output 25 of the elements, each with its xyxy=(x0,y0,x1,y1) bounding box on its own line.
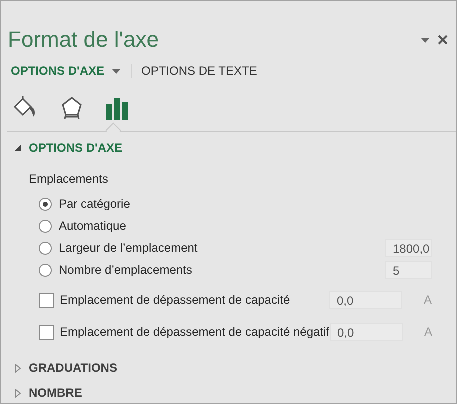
radio-button[interactable] xyxy=(39,220,52,232)
expand-triangle-icon xyxy=(15,388,21,398)
section-header[interactable]: OPTIONS D'AXE xyxy=(1,141,456,155)
unit-text: A xyxy=(422,293,432,307)
pane-title: Format de l'axe xyxy=(8,27,160,53)
pentagon-icon[interactable] xyxy=(61,96,83,120)
caret-icon[interactable] xyxy=(112,68,121,74)
bar-chart-icon[interactable] xyxy=(106,98,128,120)
option-label: Emplacement de dépassement de capacité négatif xyxy=(60,325,330,339)
dropdown-arrow-icon[interactable] xyxy=(421,38,430,42)
option-label: Largeur de l’emplacement xyxy=(59,241,199,255)
option-label: Nombre d’emplacements xyxy=(59,263,194,277)
option-label: Par catégorie xyxy=(59,197,132,211)
tab[interactable]: OPTIONS D'AXE xyxy=(11,64,121,78)
close-icon[interactable] xyxy=(438,35,448,45)
section-header[interactable]: NOMBRE xyxy=(1,386,456,400)
section-header[interactable]: GRADUATIONS xyxy=(1,361,456,375)
tab[interactable]: OPTIONS DE TEXTE xyxy=(130,64,258,78)
expand-triangle-icon xyxy=(15,364,21,372)
group-heading: Emplacements xyxy=(28,171,110,188)
option-label: Emplacement de dépassement de capacité xyxy=(60,293,292,307)
option-label: Automatique xyxy=(59,219,128,233)
radio-button[interactable] xyxy=(39,198,52,210)
unit-text: A xyxy=(424,325,433,339)
collapse-triangle-icon xyxy=(15,145,21,151)
